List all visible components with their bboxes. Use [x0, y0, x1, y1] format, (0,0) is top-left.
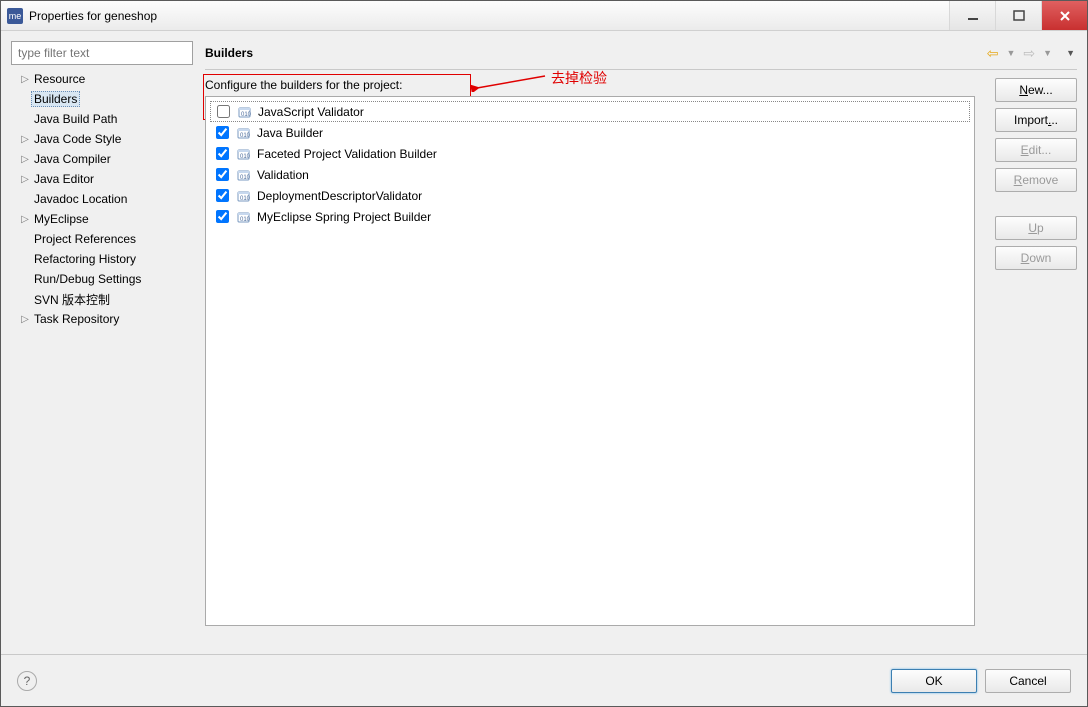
tree-item[interactable]: Javadoc Location [11, 189, 193, 209]
forward-menu-icon[interactable]: ▼ [1041, 48, 1054, 58]
back-icon[interactable]: ⇦ [985, 45, 1001, 62]
category-tree[interactable]: ▷ResourceBuildersJava Build Path▷Java Co… [11, 69, 193, 644]
button-column: New... Import... Edit... Remove Up Down [995, 78, 1077, 270]
filter-input[interactable] [11, 41, 193, 65]
builder-label: JavaScript Validator [258, 105, 364, 119]
expand-icon[interactable]: ▷ [19, 74, 31, 85]
tree-item[interactable]: SVN 版本控制 [11, 289, 193, 309]
tree-item-label: SVN 版本控制 [31, 291, 113, 308]
tree-item-label: Java Compiler [31, 152, 114, 166]
svg-text:010: 010 [240, 217, 251, 223]
expand-icon[interactable]: ▷ [19, 174, 31, 185]
svg-text:010: 010 [241, 112, 252, 118]
back-menu-icon[interactable]: ▼ [1005, 48, 1018, 58]
up-button[interactable]: Up [995, 216, 1077, 240]
builder-label: Faceted Project Validation Builder [257, 147, 437, 161]
forward-icon[interactable]: ⇨ [1021, 45, 1037, 62]
builders-panel: Configure the builders for the project: … [205, 78, 975, 626]
tree-item-label: Java Editor [31, 172, 97, 186]
tree-item[interactable]: Run/Debug Settings [11, 269, 193, 289]
window-title: Properties for geneshop [29, 9, 949, 23]
builder-icon: 010 [237, 126, 253, 140]
edit-button[interactable]: Edit... [995, 138, 1077, 162]
builder-row[interactable]: 010 Validation [210, 164, 970, 185]
tree-item[interactable]: Java Build Path [11, 109, 193, 129]
dialog-footer: ? OK Cancel [1, 654, 1087, 706]
main-panel: Builders ⇦ ▼ ⇨ ▼ ▼ Configure the builder… [193, 41, 1077, 644]
svg-text:010: 010 [240, 175, 251, 181]
cancel-button[interactable]: Cancel [985, 669, 1071, 693]
builder-checkbox[interactable] [216, 147, 229, 160]
titlebar: me Properties for geneshop [1, 1, 1087, 31]
builder-icon: 010 [237, 147, 253, 161]
app-icon: me [7, 8, 23, 24]
svg-text:010: 010 [240, 133, 251, 139]
tree-item-label: Project References [31, 232, 139, 246]
builder-label: DeploymentDescriptorValidator [257, 189, 422, 203]
builder-icon: 010 [237, 210, 253, 224]
annotation-text: 去掉检验 [551, 68, 607, 88]
expand-icon[interactable]: ▷ [19, 154, 31, 165]
builder-icon: 010 [238, 105, 254, 119]
builder-checkbox[interactable] [216, 210, 229, 223]
tree-item[interactable]: Project References [11, 229, 193, 249]
svg-text:010: 010 [240, 154, 251, 160]
maximize-button[interactable] [995, 1, 1041, 30]
tree-item[interactable]: Builders [11, 89, 193, 109]
tree-item[interactable]: ▷Java Editor [11, 169, 193, 189]
sidebar: ▷ResourceBuildersJava Build Path▷Java Co… [11, 41, 193, 644]
close-button[interactable] [1041, 1, 1087, 30]
expand-icon[interactable]: ▷ [19, 214, 31, 225]
builder-checkbox[interactable] [216, 126, 229, 139]
builder-label: Validation [257, 168, 309, 182]
tree-item-label: Refactoring History [31, 252, 139, 266]
builder-label: MyEclipse Spring Project Builder [257, 210, 431, 224]
tree-item-label: Builders [31, 91, 80, 107]
down-button[interactable]: Down [995, 246, 1077, 270]
builder-row[interactable]: 010 JavaScript Validator [210, 101, 970, 122]
minimize-button[interactable] [949, 1, 995, 30]
tree-item-label: Java Code Style [31, 132, 124, 146]
expand-icon[interactable]: ▷ [19, 134, 31, 145]
tree-item-label: Resource [31, 72, 88, 86]
tree-item-label: Javadoc Location [31, 192, 130, 206]
tree-item-label: Task Repository [31, 312, 122, 326]
view-menu-icon[interactable]: ▼ [1064, 48, 1077, 58]
builder-row[interactable]: 010 DeploymentDescriptorValidator [210, 185, 970, 206]
help-icon[interactable]: ? [17, 671, 37, 691]
tree-item[interactable]: ▷Java Compiler [11, 149, 193, 169]
tree-item[interactable]: Refactoring History [11, 249, 193, 269]
builder-icon: 010 [237, 189, 253, 203]
import-button[interactable]: Import... [995, 108, 1077, 132]
tree-item[interactable]: ▷Java Code Style [11, 129, 193, 149]
builder-row[interactable]: 010 Java Builder [210, 122, 970, 143]
properties-dialog: me Properties for geneshop ▷ResourceBuil… [0, 0, 1088, 707]
page-title: Builders [205, 46, 985, 60]
builder-checkbox[interactable] [217, 105, 230, 118]
builder-row[interactable]: 010 Faceted Project Validation Builder [210, 143, 970, 164]
remove-button[interactable]: Remove [995, 168, 1077, 192]
ok-button[interactable]: OK [891, 669, 977, 693]
new-button[interactable]: New... [995, 78, 1077, 102]
builders-list[interactable]: 010JavaScript Validator010Java Builder01… [205, 96, 975, 626]
svg-text:010: 010 [240, 196, 251, 202]
builder-row[interactable]: 010 MyEclipse Spring Project Builder [210, 206, 970, 227]
expand-icon[interactable]: ▷ [19, 314, 31, 325]
tree-item-label: MyEclipse [31, 212, 92, 226]
nav-arrows: ⇦ ▼ ⇨ ▼ ▼ [985, 45, 1077, 62]
tree-item[interactable]: ▷Resource [11, 69, 193, 89]
builder-icon: 010 [237, 168, 253, 182]
tree-item-label: Java Build Path [31, 112, 120, 126]
tree-item-label: Run/Debug Settings [31, 272, 144, 286]
builder-checkbox[interactable] [216, 168, 229, 181]
tree-item[interactable]: ▷Task Repository [11, 309, 193, 329]
builder-label: Java Builder [257, 126, 323, 140]
builder-checkbox[interactable] [216, 189, 229, 202]
tree-item[interactable]: ▷MyEclipse [11, 209, 193, 229]
